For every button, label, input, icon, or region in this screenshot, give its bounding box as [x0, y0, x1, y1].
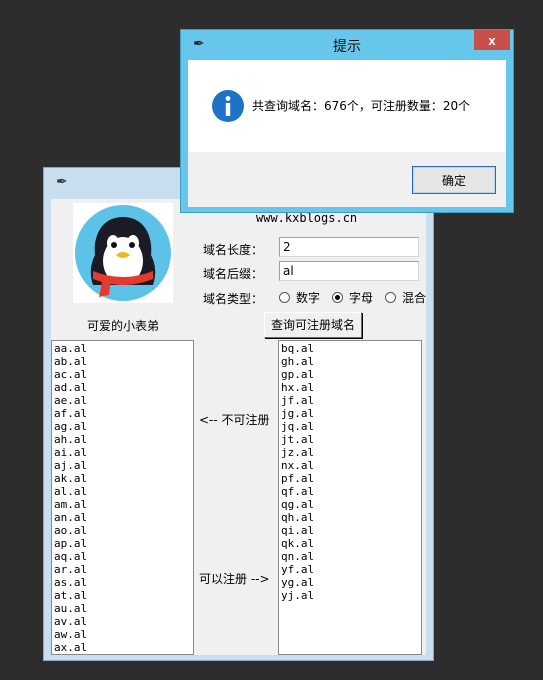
suffix-input[interactable]: al — [279, 261, 419, 281]
list-item[interactable]: ac.al — [54, 368, 191, 381]
list-item[interactable]: jf.al — [281, 394, 419, 407]
list-item[interactable]: jz.al — [281, 446, 419, 459]
suffix-label: 域名后缀： — [203, 267, 264, 281]
dialog-title: 提示 — [333, 39, 361, 55]
list-item[interactable]: ag.al — [54, 420, 191, 433]
list-item[interactable]: ao.al — [54, 524, 191, 537]
list-item[interactable]: aw.al — [54, 628, 191, 641]
radio-button[interactable] — [385, 292, 397, 303]
radio-option-letter[interactable]: 字母 — [332, 289, 373, 306]
list-item[interactable]: bq.al — [281, 342, 419, 355]
unavailable-arrow-label: <-- 不可注册 — [199, 413, 270, 427]
available-arrow-label: 可以注册 --> — [199, 572, 270, 586]
list-item[interactable]: al.al — [54, 485, 191, 498]
list-item[interactable]: qg.al — [281, 498, 419, 511]
close-button[interactable]: x — [474, 30, 510, 50]
list-item[interactable]: af.al — [54, 407, 191, 420]
ok-button[interactable]: 确定 — [412, 166, 496, 194]
list-item[interactable]: aj.al — [54, 459, 191, 472]
radio-label: 数字 — [296, 291, 321, 305]
main-window: ✒ 可爱的小表弟 www.kxblogs.cn 域名长度： 2 域名后缀： al… — [43, 167, 434, 661]
list-item[interactable]: ah.al — [54, 433, 191, 446]
list-item[interactable]: nx.al — [281, 459, 419, 472]
list-item[interactable]: qf.al — [281, 485, 419, 498]
query-button[interactable]: 查询可注册域名 — [264, 312, 363, 338]
radio-button[interactable] — [279, 292, 290, 303]
list-item[interactable]: an.al — [54, 511, 191, 524]
type-radio-group: 数字 字母 混合 — [279, 289, 438, 306]
list-item[interactable]: at.al — [54, 589, 191, 602]
list-item[interactable]: ab.al — [54, 355, 191, 368]
info-dialog: ✒ 提示 x 共查询域名：676个，可注册数量：20个 确定 — [180, 29, 514, 213]
dialog-message-area: 共查询域名：676个，可注册数量：20个 — [188, 60, 506, 152]
list-item[interactable]: yj.al — [281, 589, 419, 602]
main-client-area: 可爱的小表弟 www.kxblogs.cn 域名长度： 2 域名后缀： al 域… — [51, 199, 426, 655]
list-item[interactable]: ad.al — [54, 381, 191, 394]
list-item[interactable]: qh.al — [281, 511, 419, 524]
radio-label: 混合 — [402, 291, 427, 305]
list-item[interactable]: ap.al — [54, 537, 191, 550]
list-item[interactable]: as.al — [54, 576, 191, 589]
list-item[interactable]: ai.al — [54, 446, 191, 459]
list-item[interactable]: yg.al — [281, 576, 419, 589]
list-item[interactable]: qk.al — [281, 537, 419, 550]
site-url: www.kxblogs.cn — [256, 211, 358, 225]
length-label: 域名长度： — [203, 243, 264, 257]
list-item[interactable]: aq.al — [54, 550, 191, 563]
list-item[interactable]: ae.al — [54, 394, 191, 407]
list-item[interactable]: au.al — [54, 602, 191, 615]
radio-button-selected[interactable] — [332, 292, 344, 303]
list-item[interactable]: yf.al — [281, 563, 419, 576]
avatar — [73, 203, 173, 303]
list-item[interactable]: aa.al — [54, 342, 191, 355]
type-label: 域名类型： — [203, 292, 264, 306]
dialog-body: 共查询域名：676个，可注册数量：20个 确定 — [188, 60, 506, 207]
list-item[interactable]: av.al — [54, 615, 191, 628]
list-item[interactable]: hx.al — [281, 381, 419, 394]
list-item[interactable]: jq.al — [281, 420, 419, 433]
avatar-name-label: 可爱的小表弟 — [87, 319, 160, 333]
list-item[interactable]: ar.al — [54, 563, 191, 576]
list-item[interactable]: jg.al — [281, 407, 419, 420]
available-domains-list[interactable]: bq.al gh.al gp.al hx.al jf.al jg.al jq.al jt.al… — [278, 340, 422, 655]
list-item[interactable]: ax.al — [54, 641, 191, 654]
penguin-avatar-icon — [75, 205, 171, 301]
list-item[interactable]: ak.al — [54, 472, 191, 485]
feather-icon: ✒ — [56, 174, 68, 190]
length-input[interactable]: 2 — [279, 237, 419, 257]
radio-option-number[interactable]: 数字 — [279, 289, 320, 306]
list-item[interactable]: am.al — [54, 498, 191, 511]
list-item[interactable]: gp.al — [281, 368, 419, 381]
list-item[interactable]: qi.al — [281, 524, 419, 537]
radio-option-mixed[interactable]: 混合 — [385, 289, 426, 306]
dialog-message: 共查询域名：676个，可注册数量：20个 — [252, 99, 471, 113]
unavailable-domains-list[interactable]: aa.al ab.al ac.al ad.al ae.al af.al ag.al ah.al… — [51, 340, 194, 655]
list-item[interactable]: pf.al — [281, 472, 419, 485]
info-icon — [212, 90, 244, 122]
list-item[interactable]: qn.al — [281, 550, 419, 563]
radio-label: 字母 — [349, 291, 374, 305]
list-item[interactable]: jt.al — [281, 433, 419, 446]
list-item[interactable]: gh.al — [281, 355, 419, 368]
